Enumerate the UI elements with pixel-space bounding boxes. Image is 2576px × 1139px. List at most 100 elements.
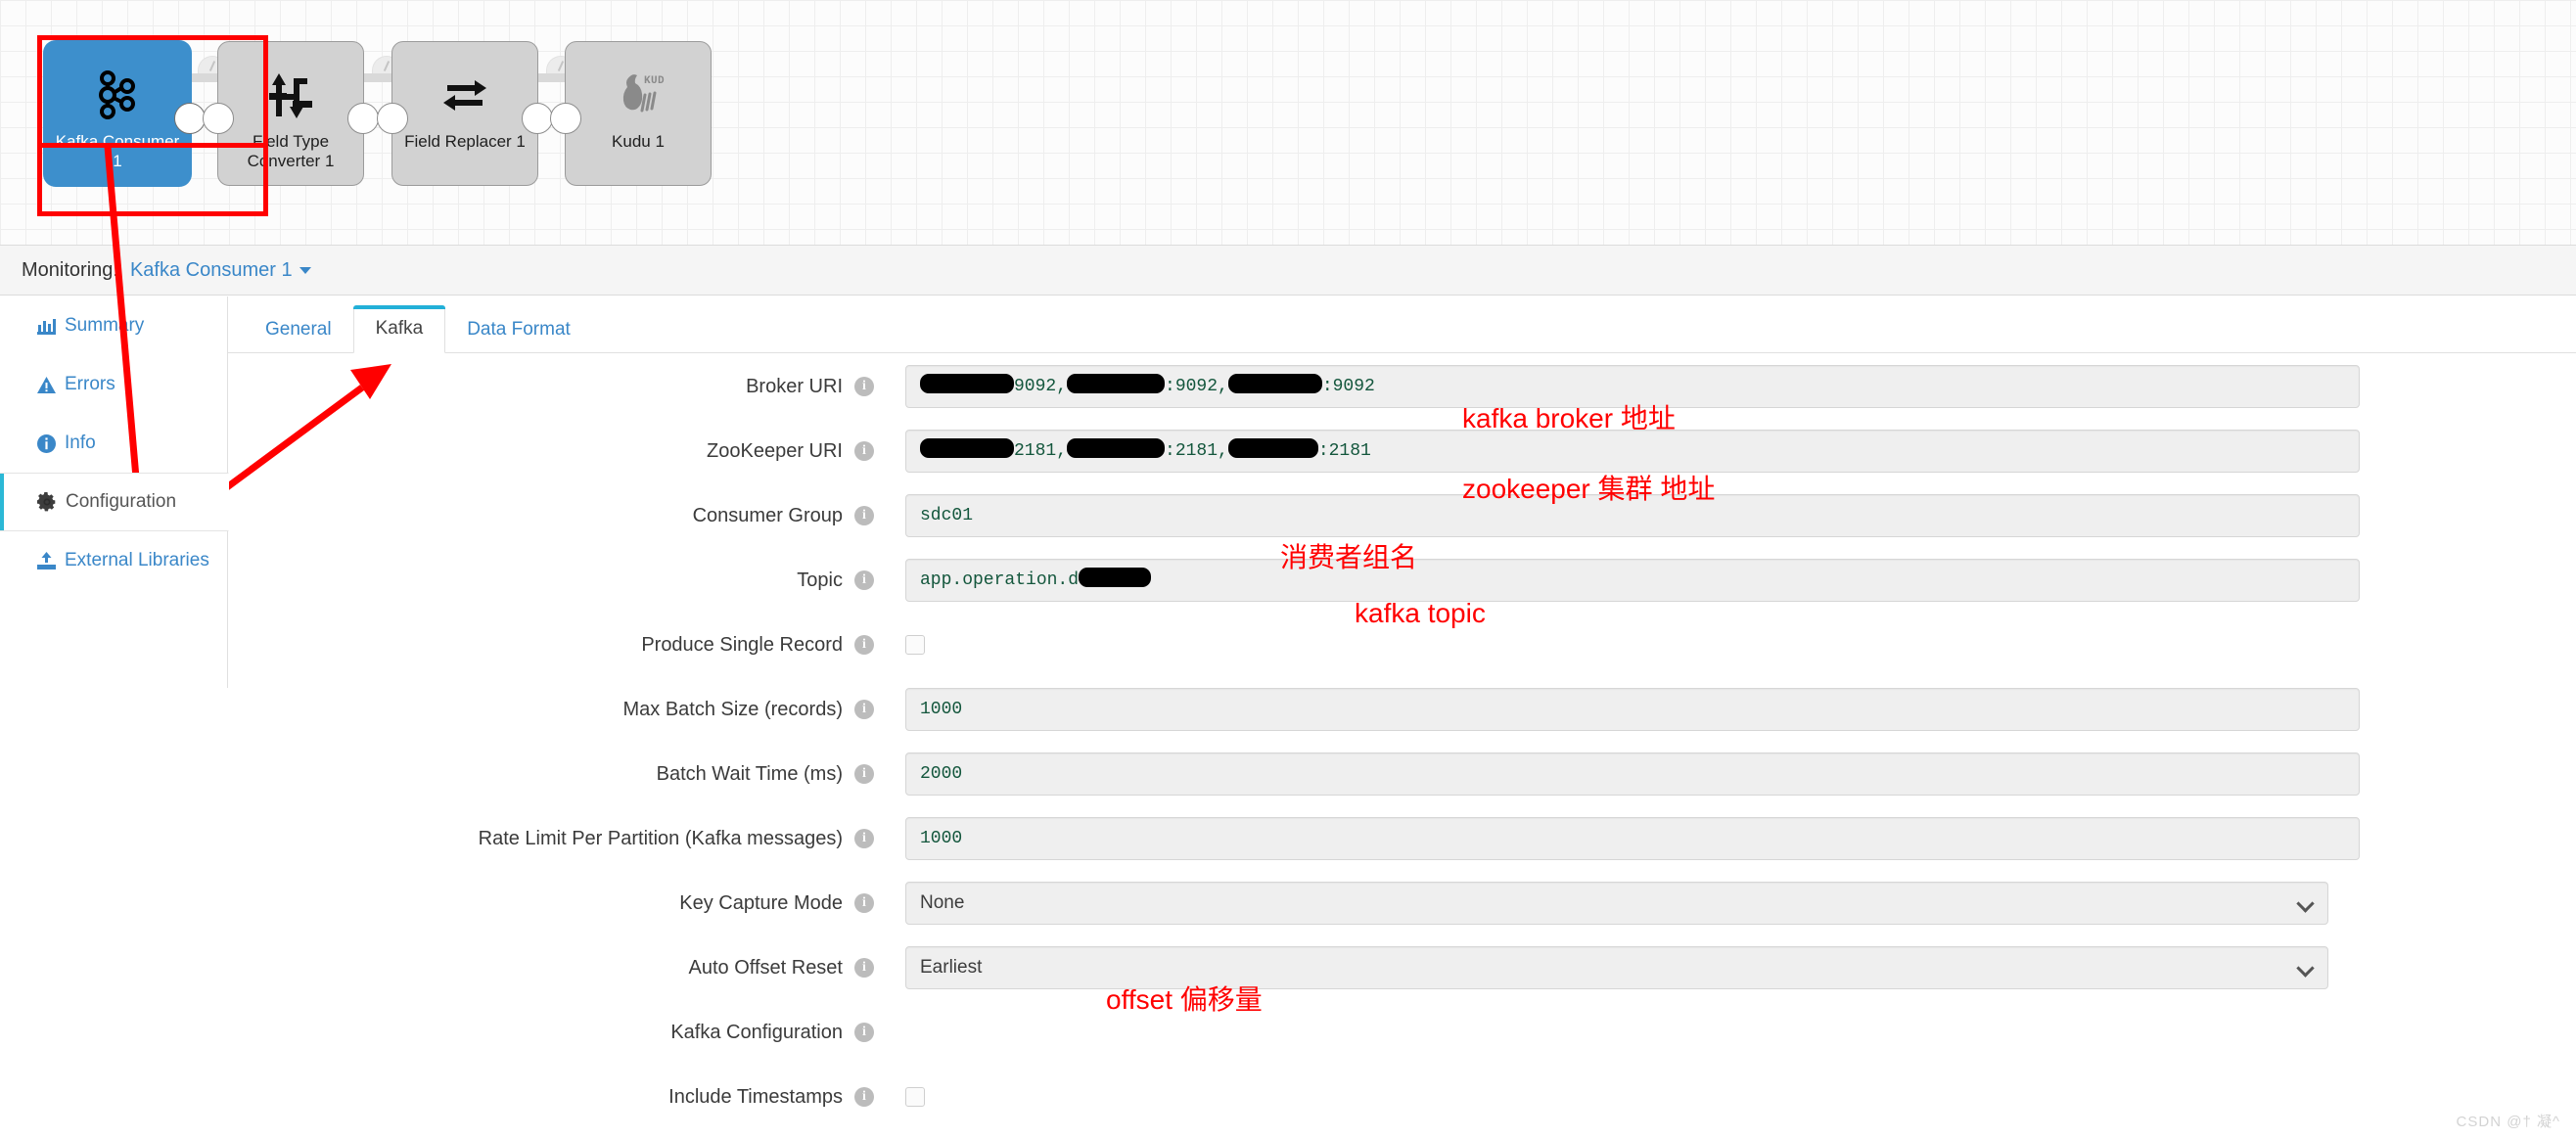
field-label-wrap: Rate Limit Per Partition (Kafka messages… [228, 828, 874, 850]
form-row-include-timestamps: Include Timestamps i [228, 1065, 2576, 1129]
field-label-wrap: Include Timestamps i [228, 1086, 874, 1109]
form-row-max-batch-size: Max Batch Size (records) i 1000 [228, 677, 2576, 742]
pipeline-node-kudu[interactable]: KU D Kudu 1 [550, 41, 712, 186]
sidebar-item-label: Errors [65, 374, 115, 394]
field-control [905, 1087, 925, 1107]
field-label: ZooKeeper URI [707, 439, 843, 462]
form-row-broker-uri: Broker URI i 9092,:9092,:9092 [228, 354, 2576, 419]
field-control [905, 635, 925, 655]
info-circle-icon[interactable]: i [854, 1087, 874, 1108]
sidebar-item-info[interactable]: Info [0, 414, 227, 473]
annotation-consumer-group: 消费者组名 [1280, 542, 1418, 572]
form-row-auto-offset-reset: Auto Offset Reset i Earliest [228, 935, 2576, 1000]
monitoring-bar: Monitoring: Kafka Consumer 1 [0, 245, 2576, 296]
form-row-key-capture-mode: Key Capture Mode i None [228, 871, 2576, 935]
redaction-block [1079, 568, 1152, 588]
field-label-wrap: Max Batch Size (records) i [228, 699, 874, 721]
field-label-wrap: Topic i [228, 570, 874, 592]
tab-kafka[interactable]: Kafka [352, 305, 446, 353]
config-tab-bar: General Kafka Data Format [228, 296, 2576, 353]
field-label-wrap: ZooKeeper URI i [228, 440, 874, 463]
field-label-wrap: Broker URI i [228, 376, 874, 398]
info-circle-icon[interactable]: i [854, 506, 874, 526]
pipeline-node-field-replacer[interactable]: Field Replacer 1 [377, 41, 553, 186]
upload-icon [37, 552, 56, 570]
pipeline-canvas[interactable]: Kafka Consumer 1 Field Type Converter 1 … [0, 0, 2576, 245]
form-row-batch-wait-time: Batch Wait Time (ms) i 2000 [228, 742, 2576, 806]
sidebar-item-label: Info [65, 433, 96, 453]
info-circle-icon[interactable]: i [854, 958, 874, 979]
info-circle-icon[interactable]: i [854, 829, 874, 849]
field-label: Consumer Group [692, 504, 843, 526]
info-circle-icon[interactable]: i [854, 441, 874, 462]
warning-triangle-icon [37, 376, 56, 393]
info-circle-icon[interactable]: i [854, 764, 874, 785]
sidebar-item-summary[interactable]: Summary [0, 296, 227, 355]
include-timestamps-checkbox[interactable] [905, 1087, 925, 1107]
sidebar-item-external-libraries[interactable]: External Libraries [0, 531, 227, 590]
field-label-wrap: Consumer Group i [228, 505, 874, 527]
detail-pane-sidebar: Summary Errors Info Configuration Extern… [0, 296, 229, 688]
info-circle-icon[interactable]: i [854, 700, 874, 720]
monitoring-stage-name: Kafka Consumer 1 [129, 258, 293, 281]
chevron-down-icon [2296, 959, 2315, 978]
field-label-wrap: Produce Single Record i [228, 634, 874, 657]
tab-label: Kafka [375, 318, 424, 339]
tab-data-format[interactable]: Data Format [445, 307, 592, 353]
field-label-wrap: Key Capture Mode i [228, 892, 874, 915]
node-input-port[interactable] [550, 103, 581, 134]
node-output-port[interactable] [522, 103, 553, 134]
caret-down-icon [299, 266, 311, 274]
select-value: None [920, 892, 965, 913]
info-circle-icon[interactable]: i [854, 1023, 874, 1043]
watermark: CSDN @† 凝^ [2456, 1114, 2560, 1130]
key-capture-mode-select[interactable]: None [905, 882, 2328, 925]
field-label-wrap: Auto Offset Reset i [228, 957, 874, 980]
field-label: Broker URI [746, 375, 843, 397]
kudu-icon: KU D [610, 64, 667, 126]
redaction-block [1227, 374, 1322, 394]
annotation-broker-uri: kafka broker 地址 [1462, 403, 1676, 433]
node-label: Field Replacer 1 [404, 132, 526, 151]
form-row-rate-limit-per-partition: Rate Limit Per Partition (Kafka messages… [228, 806, 2576, 871]
field-label: Auto Offset Reset [688, 956, 844, 979]
field-label: Key Capture Mode [679, 891, 843, 914]
tab-label: General [265, 319, 332, 340]
batch-wait-time-input[interactable]: 2000 [905, 752, 2360, 796]
sidebar-item-label: External Libraries [65, 550, 209, 570]
field-label-wrap: Batch Wait Time (ms) i [228, 763, 874, 786]
sidebar-item-configuration[interactable]: Configuration [0, 473, 229, 531]
rate-limit-per-partition-input[interactable]: 1000 [905, 817, 2360, 860]
topic-input[interactable]: app.operation.d [905, 559, 2360, 602]
info-circle-icon[interactable]: i [854, 635, 874, 656]
info-circle-icon[interactable]: i [854, 893, 874, 914]
field-label: Max Batch Size (records) [622, 698, 843, 720]
redaction-block [1227, 438, 1318, 459]
redaction-block [1067, 438, 1166, 459]
node-output-port[interactable] [347, 103, 379, 134]
field-control: 1000 [905, 817, 2360, 860]
tab-general[interactable]: General [244, 307, 353, 353]
field-label: Include Timestamps [668, 1085, 843, 1108]
field-control: app.operation.d [905, 559, 2360, 602]
kafka-config-form: Broker URI i 9092,:9092,:9092 ZooKeeper U… [228, 354, 2576, 1129]
info-circle-icon[interactable]: i [854, 377, 874, 397]
gear-icon [37, 492, 57, 512]
max-batch-size-input[interactable]: 1000 [905, 688, 2360, 731]
node-input-port[interactable] [377, 103, 408, 134]
sidebar-item-label: Summary [65, 315, 145, 336]
field-label: Batch Wait Time (ms) [656, 762, 843, 785]
field-type-converter-icon [267, 64, 314, 126]
form-row-kafka-configuration: Kafka Configuration i [228, 1000, 2576, 1065]
annotation-topic: kafka topic [1355, 598, 1486, 628]
info-circle-icon[interactable]: i [854, 570, 874, 591]
chevron-down-icon [2296, 894, 2315, 913]
svg-text:D: D [658, 75, 665, 87]
sidebar-item-errors[interactable]: Errors [0, 355, 227, 414]
redaction-block [920, 438, 1014, 459]
annotation-zookeeper-uri: zookeeper 集群 地址 [1462, 474, 1716, 504]
monitoring-stage-selector[interactable]: Kafka Consumer 1 [130, 259, 311, 282]
field-label: Produce Single Record [641, 633, 843, 656]
produce-single-record-checkbox[interactable] [905, 635, 925, 655]
field-replacer-icon [439, 64, 490, 126]
